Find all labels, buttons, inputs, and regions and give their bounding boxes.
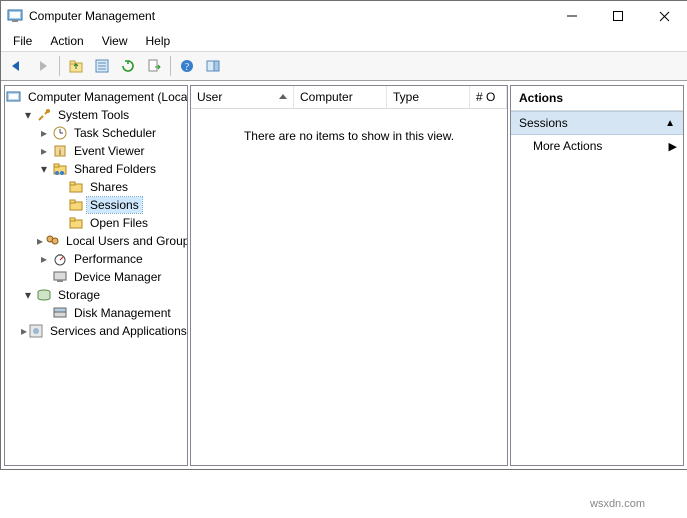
up-button[interactable] xyxy=(64,54,88,78)
node-label: System Tools xyxy=(55,107,132,123)
node-local-users[interactable]: ▸ Local Users and Groups xyxy=(37,232,187,250)
node-label: Event Viewer xyxy=(71,143,147,159)
actions-context-label: Sessions xyxy=(519,116,568,130)
node-system-tools[interactable]: ▾ System Tools xyxy=(21,106,187,124)
help-button[interactable]: ? xyxy=(175,54,199,78)
computer-icon xyxy=(6,89,22,105)
expand-icon[interactable]: ▸ xyxy=(37,126,51,140)
actions-title: Actions xyxy=(511,86,683,111)
export-button[interactable] xyxy=(142,54,166,78)
node-label: Computer Management (Local) xyxy=(25,89,187,105)
menu-action[interactable]: Action xyxy=(42,32,91,50)
column-type[interactable]: Type xyxy=(387,86,470,108)
more-actions[interactable]: More Actions ▶ xyxy=(511,135,683,157)
node-shares[interactable]: Shares xyxy=(53,178,187,196)
tools-icon xyxy=(36,107,52,123)
window-title: Computer Management xyxy=(29,9,549,23)
list-body[interactable]: There are no items to show in this view. xyxy=(191,109,507,465)
minimize-button[interactable] xyxy=(549,1,595,31)
collapse-icon: ▲ xyxy=(665,118,675,129)
menu-bar: File Action View Help xyxy=(1,31,687,52)
services-icon xyxy=(28,323,44,339)
node-disk-management[interactable]: Disk Management xyxy=(37,304,187,322)
menu-file[interactable]: File xyxy=(5,32,40,50)
expand-icon[interactable]: ▾ xyxy=(21,108,35,122)
forward-button[interactable] xyxy=(31,54,55,78)
node-label: Local Users and Groups xyxy=(63,233,187,249)
users-icon xyxy=(44,233,60,249)
clock-icon xyxy=(52,125,68,141)
expand-icon[interactable]: ▾ xyxy=(37,162,51,176)
actions-context[interactable]: Sessions ▲ xyxy=(511,111,683,135)
window-controls xyxy=(549,1,687,31)
node-computer-management[interactable]: Computer Management (Local) xyxy=(5,88,187,106)
more-actions-label: More Actions xyxy=(533,139,602,153)
svg-text:i: i xyxy=(59,147,61,157)
actions-pane: Actions Sessions ▲ More Actions ▶ xyxy=(510,85,684,466)
node-label: Disk Management xyxy=(71,305,174,321)
node-label: Shared Folders xyxy=(71,161,159,177)
column-computer[interactable]: Computer xyxy=(294,86,387,108)
expand-icon[interactable]: ▸ xyxy=(21,324,27,338)
expand-icon[interactable]: ▸ xyxy=(37,252,51,266)
node-label: Open Files xyxy=(87,215,151,231)
list-pane: User Computer Type # O There are no item… xyxy=(190,85,508,466)
toolbar-divider xyxy=(59,56,60,76)
folder-icon xyxy=(68,215,84,231)
storage-icon xyxy=(36,287,52,303)
back-button[interactable] xyxy=(5,54,29,78)
node-label: Services and Applications xyxy=(47,323,187,339)
svg-text:?: ? xyxy=(185,62,190,73)
maximize-button[interactable] xyxy=(595,1,641,31)
tree-root: Computer Management (Local) ▾ System Too… xyxy=(5,88,187,340)
node-services-apps[interactable]: ▸ Services and Applications xyxy=(21,322,187,340)
node-device-manager[interactable]: Device Manager xyxy=(37,268,187,286)
column-user[interactable]: User xyxy=(191,86,294,108)
performance-icon xyxy=(52,251,68,267)
node-performance[interactable]: ▸ Performance xyxy=(37,250,187,268)
tree-scroll[interactable]: Computer Management (Local) ▾ System Too… xyxy=(5,88,187,463)
node-label: Device Manager xyxy=(71,269,164,285)
empty-message: There are no items to show in this view. xyxy=(244,129,454,465)
toolbar-divider xyxy=(170,56,171,76)
expand-icon[interactable]: ▾ xyxy=(21,288,35,302)
titlebar: Computer Management xyxy=(1,1,687,31)
node-label: Sessions xyxy=(87,197,142,213)
toolbar: ? xyxy=(1,52,687,81)
content-body: Computer Management (Local) ▾ System Too… xyxy=(1,81,687,469)
node-label: Performance xyxy=(71,251,146,267)
folder-icon xyxy=(68,197,84,213)
node-storage[interactable]: ▾ Storage xyxy=(21,286,187,304)
node-shared-folders[interactable]: ▾ Shared Folders xyxy=(37,160,187,178)
list-header: User Computer Type # O xyxy=(191,86,507,109)
app-icon xyxy=(7,8,23,24)
show-hide-pane-button[interactable] xyxy=(201,54,225,78)
node-event-viewer[interactable]: ▸ i Event Viewer xyxy=(37,142,187,160)
expand-icon[interactable]: ▸ xyxy=(37,234,43,248)
event-icon: i xyxy=(52,143,68,159)
submenu-icon: ▶ xyxy=(669,140,677,153)
column-opens[interactable]: # O xyxy=(470,86,507,108)
device-icon xyxy=(52,269,68,285)
tree-pane: Computer Management (Local) ▾ System Too… xyxy=(4,85,188,466)
shared-folder-icon xyxy=(52,161,68,177)
node-open-files[interactable]: Open Files xyxy=(53,214,187,232)
close-button[interactable] xyxy=(641,1,687,31)
refresh-button[interactable] xyxy=(116,54,140,78)
properties-button[interactable] xyxy=(90,54,114,78)
node-label: Storage xyxy=(55,287,103,303)
node-label: Task Scheduler xyxy=(71,125,159,141)
computer-management-window: Computer Management File Action View Hel… xyxy=(0,0,687,470)
watermark: wsxdn.com xyxy=(590,498,683,518)
menu-help[interactable]: Help xyxy=(138,32,179,50)
expand-icon[interactable]: ▸ xyxy=(37,144,51,158)
node-sessions[interactable]: Sessions xyxy=(53,196,187,214)
node-task-scheduler[interactable]: ▸ Task Scheduler xyxy=(37,124,187,142)
folder-icon xyxy=(68,179,84,195)
node-label: Shares xyxy=(87,179,131,195)
disk-icon xyxy=(52,305,68,321)
menu-view[interactable]: View xyxy=(94,32,136,50)
